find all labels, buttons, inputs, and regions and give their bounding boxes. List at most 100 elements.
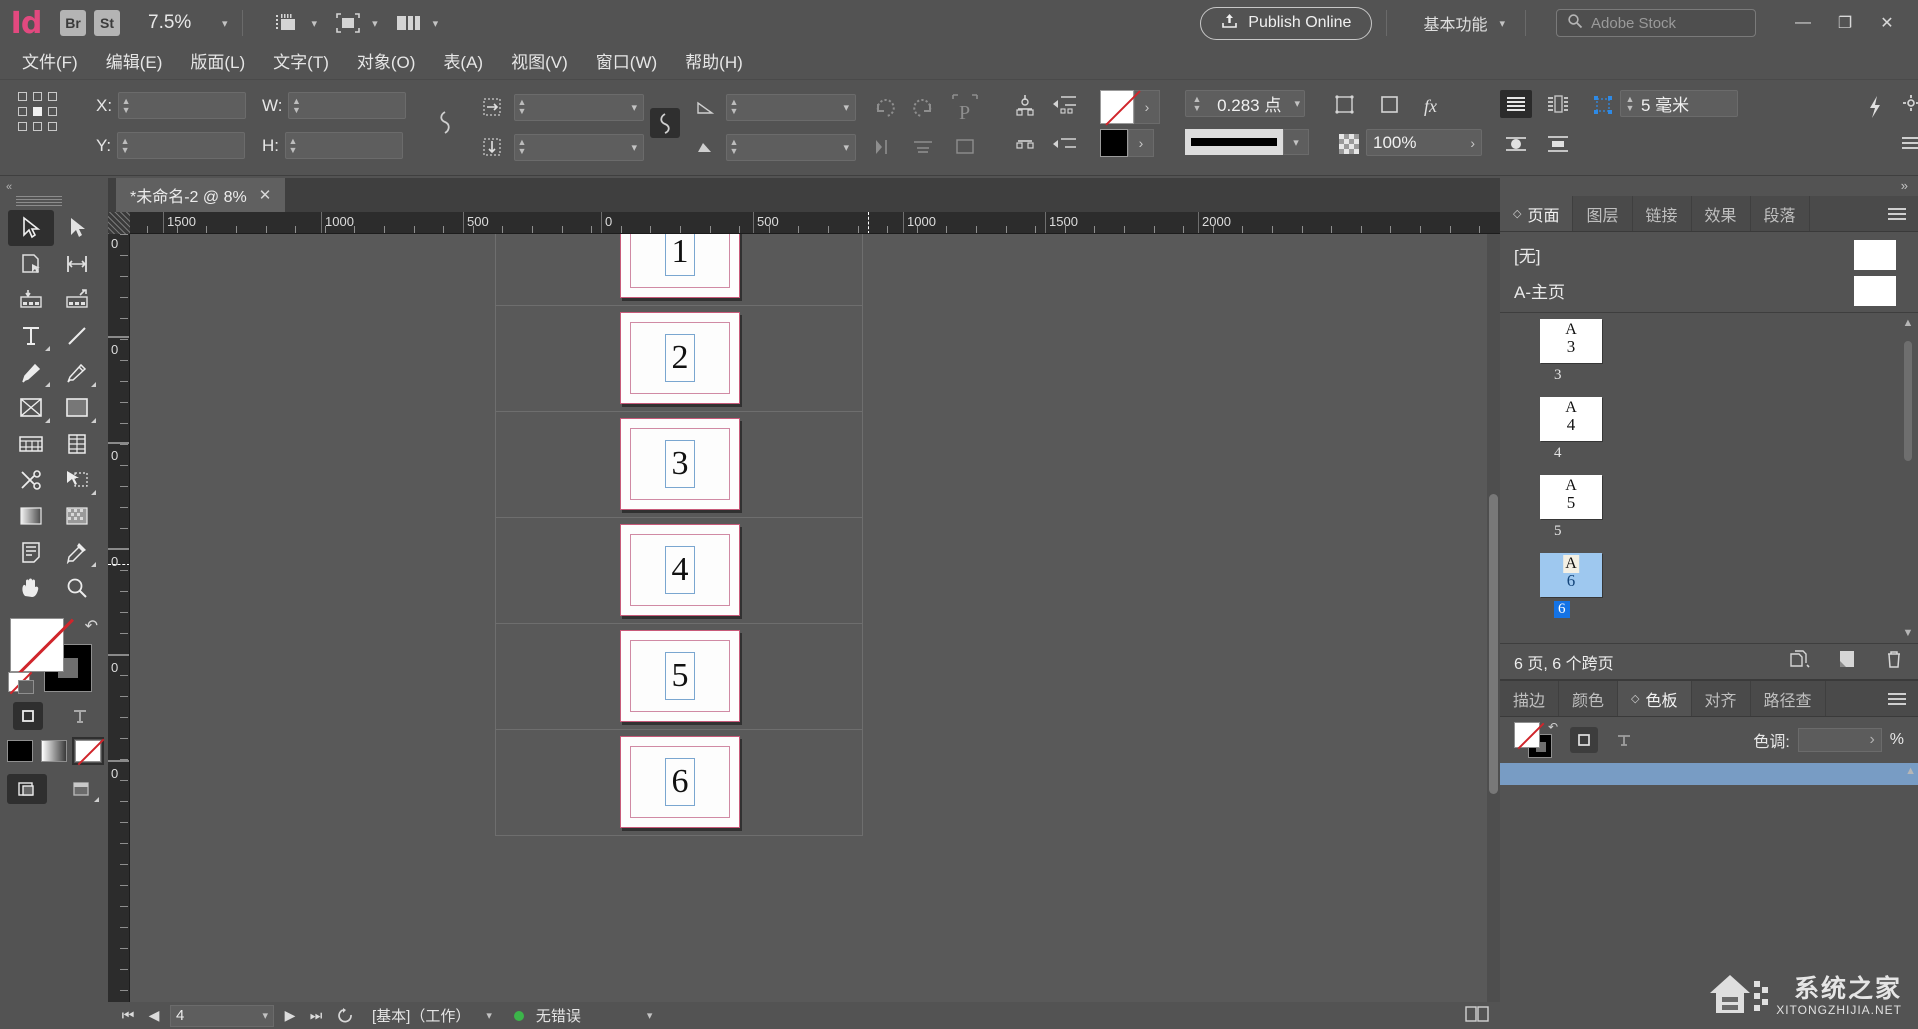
zoom-level-value[interactable]: 7.5%: [148, 12, 222, 34]
spread-view-icon[interactable]: [1464, 1005, 1490, 1027]
tab-stroke[interactable]: 描边: [1500, 681, 1559, 716]
normal-view-mode-button[interactable]: [7, 774, 47, 804]
swatches-affects-text-button[interactable]: [1610, 727, 1638, 753]
constrain-scale-icon[interactable]: [650, 108, 680, 138]
effects-fx-icon[interactable]: fx: [1420, 90, 1450, 120]
tint-chevron-icon[interactable]: ›: [1869, 731, 1874, 749]
y-spinner[interactable]: ▲▼: [118, 138, 132, 154]
fill-color-swatch[interactable]: [10, 618, 64, 672]
tool-direct-selection[interactable]: [54, 210, 100, 246]
opacity-chevron-icon[interactable]: ›: [1470, 135, 1475, 151]
scale-y-field[interactable]: ▲▼: [514, 134, 644, 161]
opacity-field[interactable]: 100% ›: [1366, 129, 1482, 156]
page-thumbnail[interactable]: A3: [1540, 319, 1602, 363]
pages-scroll-down-icon[interactable]: ▼: [1902, 627, 1914, 639]
document-tab[interactable]: *未命名-2 @ 8% ✕: [116, 178, 285, 212]
rotation-chevron-icon[interactable]: [843, 101, 849, 114]
menu-table[interactable]: 表(A): [429, 46, 497, 80]
quick-apply-icon[interactable]: [1860, 92, 1890, 122]
reference-point-selector[interactable]: [18, 92, 62, 136]
stroke-swatch-dropdown[interactable]: ›: [1128, 129, 1154, 157]
formatting-affects-container-button[interactable]: [13, 702, 43, 730]
tool-eyedropper[interactable]: [54, 534, 100, 570]
document-canvas[interactable]: 150010005000500100015002000 000000 12345…: [108, 212, 1500, 1002]
align-objects-icon[interactable]: [908, 132, 938, 162]
vertical-ruler[interactable]: 000000: [108, 234, 130, 1002]
rotation-spinner[interactable]: ▲▼: [727, 99, 741, 115]
h-field[interactable]: ▲▼: [285, 132, 403, 159]
preview-mode-button[interactable]: [61, 774, 101, 804]
page-thumbnail[interactable]: A6: [1540, 553, 1602, 597]
shear-spinner[interactable]: ▲▼: [727, 139, 741, 155]
text-wrap-jump-object-button[interactable]: [1542, 130, 1574, 158]
page-thumbnail-item[interactable]: A33: [1532, 319, 1652, 384]
page-thumbnail[interactable]: A5: [1540, 475, 1602, 519]
control-panel-menu-icon[interactable]: [1896, 128, 1918, 158]
page-number-chevron-icon[interactable]: [262, 1009, 268, 1022]
pages-thumbnail-list[interactable]: A33A44A55A66 ▲ ▼: [1500, 313, 1918, 643]
x-field[interactable]: ▲▼: [118, 92, 246, 119]
select-previous-object-icon[interactable]: [1050, 90, 1080, 120]
y-field[interactable]: ▲▼: [117, 132, 245, 159]
pages-scrollbar-thumb[interactable]: [1904, 341, 1912, 461]
tab-links[interactable]: 链接: [1633, 196, 1692, 231]
apply-color-button[interactable]: [7, 740, 33, 762]
preflight-profile-chevron-icon[interactable]: [486, 1009, 492, 1022]
wrap-offset-field[interactable]: ▲▼ 5 毫米: [1620, 90, 1738, 117]
stroke-style-preview[interactable]: [1185, 129, 1283, 155]
arrange-documents-chevron-icon[interactable]: [433, 17, 439, 30]
tool-free-transform[interactable]: [54, 462, 100, 498]
swatch-row-selected[interactable]: [1500, 763, 1918, 785]
publish-online-button[interactable]: Publish Online: [1200, 7, 1372, 40]
swatches-affects-container-button[interactable]: [1570, 727, 1598, 753]
tool-hand[interactable]: [8, 570, 54, 606]
tool-frame-rectangle[interactable]: [8, 390, 54, 426]
horizontal-ruler[interactable]: 150010005000500100015002000: [108, 212, 1500, 234]
stroke-weight-spinner[interactable]: ▲▼: [1190, 96, 1204, 112]
page-thumbnail-item[interactable]: A44: [1532, 397, 1652, 462]
previous-page-icon[interactable]: ◀: [144, 1007, 164, 1024]
tab-pathfinder[interactable]: 路径查: [1751, 681, 1826, 716]
tool-line[interactable]: [54, 318, 100, 354]
view-options-chevron-icon[interactable]: [312, 17, 318, 30]
tool-vertical-grid[interactable]: [54, 426, 100, 462]
wrap-offset-spinner[interactable]: ▲▼: [1623, 96, 1637, 112]
tab-effects[interactable]: 效果: [1692, 196, 1751, 231]
last-page-icon[interactable]: ⏭: [306, 1007, 326, 1024]
select-next-object-icon[interactable]: [1050, 130, 1080, 160]
workspace-chevron-icon[interactable]: [1499, 17, 1505, 30]
drop-shadow-box-icon[interactable]: [1375, 90, 1405, 120]
menu-object[interactable]: 对象(O): [343, 46, 430, 80]
tool-gradient-swatch[interactable]: [8, 498, 54, 534]
apply-none-button[interactable]: [75, 740, 101, 762]
page-thumbnail-item[interactable]: A55: [1532, 475, 1652, 540]
tools-panel-drag-handle[interactable]: [16, 196, 62, 206]
swap-fill-stroke-icon[interactable]: ↶: [85, 616, 98, 636]
wrap-offset-icon[interactable]: [1588, 90, 1618, 120]
stock-button[interactable]: St: [94, 10, 120, 36]
stroke-weight-field[interactable]: ▲▼ 0.283 点: [1185, 90, 1305, 117]
w-field[interactable]: ▲▼: [288, 92, 406, 119]
preflight-icon[interactable]: [332, 1006, 362, 1026]
bridge-button[interactable]: Br: [60, 10, 86, 36]
master-item-a[interactable]: A-主页: [1500, 272, 1918, 308]
tool-gradient-feather[interactable]: [54, 498, 100, 534]
menu-file[interactable]: 文件(F): [8, 46, 92, 80]
corner-options-icon[interactable]: [1330, 90, 1360, 120]
adobe-stock-search[interactable]: Adobe Stock: [1556, 9, 1756, 37]
screen-mode-chevron-icon[interactable]: [372, 17, 378, 30]
stroke-swatch[interactable]: [1100, 129, 1128, 157]
tool-note[interactable]: [8, 534, 54, 570]
text-wrap-none-button[interactable]: [1500, 90, 1532, 118]
swatches-swap-icon[interactable]: ↶: [1548, 720, 1558, 734]
stroke-style-chevron-icon[interactable]: [1283, 129, 1309, 155]
menu-layout[interactable]: 版面(L): [176, 46, 259, 80]
rotate-ccw-icon[interactable]: [908, 92, 938, 122]
tab-swatches[interactable]: ◇ 色板: [1618, 681, 1691, 716]
constrain-proportions-icon[interactable]: [430, 108, 460, 138]
scale-x-field[interactable]: ▲▼: [514, 94, 644, 121]
document-tab-close-icon[interactable]: ✕: [259, 186, 272, 204]
tool-zoom[interactable]: [54, 570, 100, 606]
new-page-icon[interactable]: [1836, 649, 1858, 674]
tool-content-collector[interactable]: [8, 282, 54, 318]
